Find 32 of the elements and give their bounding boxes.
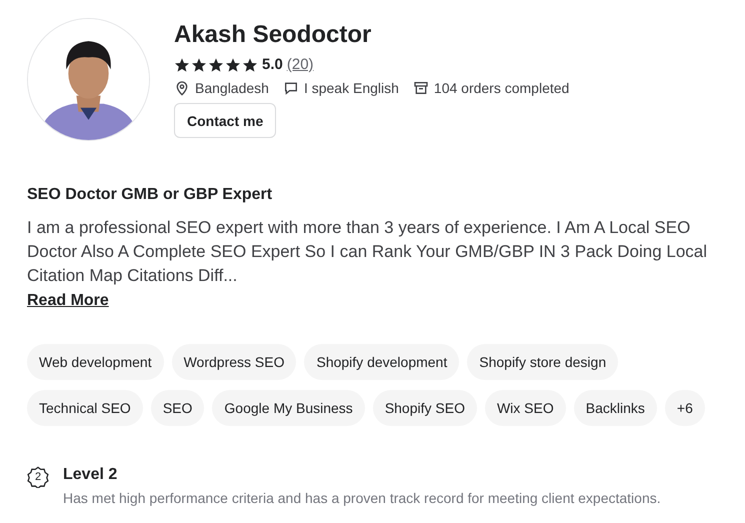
star-icon xyxy=(174,56,190,72)
seller-name: Akash Seodoctor xyxy=(174,20,372,50)
contact-button[interactable]: Contact me xyxy=(174,103,276,138)
level-title: Level 2 xyxy=(63,466,118,484)
reviews-link[interactable]: (20) xyxy=(286,56,314,73)
star-icon xyxy=(191,56,207,72)
meta-text: 104 orders completed xyxy=(434,80,570,96)
archive-box-icon xyxy=(412,80,429,96)
skill-tag[interactable]: Shopify store design xyxy=(467,344,618,380)
skill-tag[interactable]: Wordpress SEO xyxy=(172,344,296,380)
meta-text: I speak English xyxy=(304,80,399,96)
skill-tag[interactable]: Technical SEO xyxy=(27,390,143,426)
description-text: I am a professional SEO expert with more than 3 years of experience. I Am A Local SEO Doctor Also A Complete SEO Expert So I can Rank Your GMB/GBP IN 3 Pack Doing Local Citation Map Citations Diff... xyxy=(27,217,708,287)
star-icon xyxy=(242,56,258,72)
skill-tag[interactable]: Web development xyxy=(27,344,164,380)
skill-tag[interactable]: Wix SEO xyxy=(484,390,566,426)
level-description: Has met high performance criteria and has a proven track record for meeting client expectations. xyxy=(63,490,661,506)
speech-bubble-icon xyxy=(282,80,299,96)
rating-value: 5.0 xyxy=(262,56,283,73)
skill-tag[interactable]: Backlinks xyxy=(574,390,657,426)
read-more-link[interactable]: Read More xyxy=(27,292,109,310)
location-pin-icon xyxy=(174,80,190,96)
level-badge: 2 xyxy=(27,466,49,488)
star-icon xyxy=(225,56,241,72)
skill-tag[interactable]: SEO xyxy=(150,390,204,426)
star-icon xyxy=(208,56,224,72)
meta-text: Bangladesh xyxy=(195,80,269,96)
gig-title: SEO Doctor GMB or GBP Expert xyxy=(27,186,274,204)
skill-tag[interactable]: Shopify SEO xyxy=(372,390,477,426)
skill-tag[interactable]: +6 xyxy=(664,390,705,426)
skill-tag[interactable]: Google My Business xyxy=(212,390,365,426)
skill-tag[interactable]: Shopify development xyxy=(304,344,460,380)
